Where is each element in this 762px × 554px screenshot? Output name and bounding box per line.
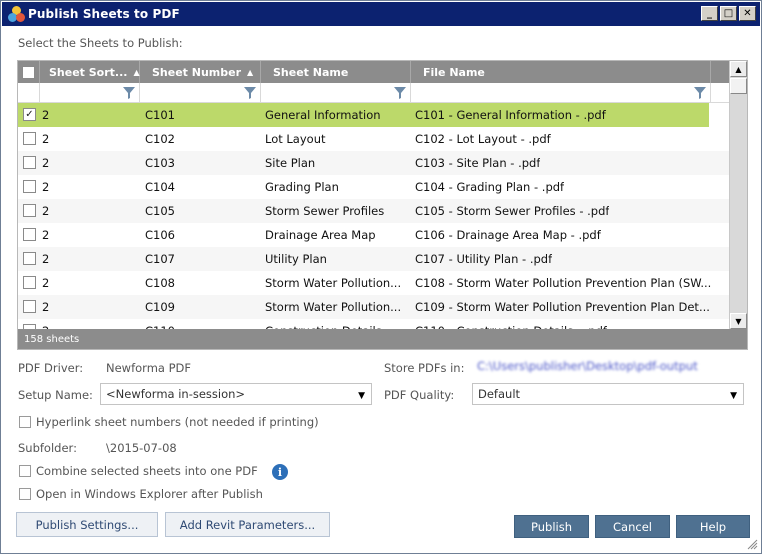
sheets-grid: Sheet Sort... ▲ Sheet Number ▲ Sheet Nam… bbox=[17, 60, 748, 350]
funnel-icon[interactable] bbox=[123, 87, 135, 99]
sort-ascending-icon: ▲ bbox=[133, 67, 140, 77]
add-revit-parameters-button[interactable]: Add Revit Parameters... bbox=[165, 512, 330, 537]
table-row[interactable]: 2 C104 Grading Plan C104 - Grading Plan … bbox=[18, 175, 730, 199]
help-button[interactable]: Help bbox=[676, 515, 750, 538]
pdf-quality-select[interactable]: Default ▼ bbox=[472, 383, 744, 405]
row-checkbox[interactable] bbox=[23, 276, 36, 289]
row-checkbox[interactable] bbox=[23, 132, 36, 145]
filter-sheet-sort[interactable] bbox=[40, 83, 140, 103]
table-row[interactable]: ✓ 2 C101 General Information C101 - Gene… bbox=[18, 103, 709, 127]
table-row[interactable]: 2 C103 Site Plan C103 - Site Plan - .pdf bbox=[18, 151, 730, 175]
select-sheets-label: Select the Sheets to Publish: bbox=[18, 36, 183, 50]
pdf-driver-label: PDF Driver: bbox=[18, 361, 84, 375]
subfolder-value: \2015-07-08 bbox=[106, 441, 177, 455]
app-icon bbox=[7, 5, 25, 23]
setup-name-select[interactable]: <Newforma in-session> ▼ bbox=[100, 383, 372, 405]
title-bar: Publish Sheets to PDF _ □ ✕ bbox=[2, 2, 760, 26]
table-row[interactable]: 2 C109 Storm Water Pollution... C109 - S… bbox=[18, 295, 730, 319]
combine-checkbox[interactable] bbox=[19, 465, 31, 477]
filter-sheet-number[interactable] bbox=[140, 83, 261, 103]
pdf-quality-label: PDF Quality: bbox=[384, 388, 455, 402]
maximize-button[interactable]: □ bbox=[720, 6, 737, 21]
scroll-down-button[interactable]: ▼ bbox=[730, 313, 747, 329]
column-header-file-name[interactable]: File Name bbox=[411, 61, 711, 83]
sort-ascending-icon: ▲ bbox=[247, 67, 254, 77]
row-checkbox[interactable] bbox=[23, 180, 36, 193]
scroll-thumb[interactable] bbox=[730, 78, 747, 94]
open-explorer-option[interactable]: Open in Windows Explorer after Publish bbox=[19, 487, 263, 501]
publish-settings-button[interactable]: Publish Settings... bbox=[16, 512, 158, 537]
grid-header: Sheet Sort... ▲ Sheet Number ▲ Sheet Nam… bbox=[18, 61, 730, 83]
scroll-up-button[interactable]: ▲ bbox=[730, 61, 747, 77]
chevron-down-icon: ▼ bbox=[358, 391, 365, 401]
table-row[interactable]: 2 C107 Utility Plan C107 - Utility Plan … bbox=[18, 247, 730, 271]
filter-file-name[interactable] bbox=[411, 83, 711, 103]
column-header-sheet-sort[interactable]: Sheet Sort... ▲ bbox=[40, 61, 140, 83]
column-header-sheet-number[interactable]: Sheet Number ▲ bbox=[140, 61, 261, 83]
hyperlink-option[interactable]: Hyperlink sheet numbers (not needed if p… bbox=[19, 415, 319, 429]
filter-sheet-name[interactable] bbox=[261, 83, 411, 103]
sheet-count-status: 158 sheets bbox=[18, 329, 747, 349]
setup-name-label: Setup Name: bbox=[18, 388, 93, 402]
row-checkbox[interactable] bbox=[23, 300, 36, 313]
select-all-checkbox[interactable] bbox=[22, 65, 35, 79]
resize-grip-icon[interactable] bbox=[747, 539, 758, 550]
window-title: Publish Sheets to PDF bbox=[28, 7, 180, 21]
funnel-icon[interactable] bbox=[394, 87, 406, 99]
table-row[interactable]: 2 C105 Storm Sewer Profiles C105 - Storm… bbox=[18, 199, 730, 223]
filter-row bbox=[18, 83, 730, 103]
store-pdfs-label: Store PDFs in: bbox=[384, 361, 465, 375]
row-checkbox[interactable] bbox=[23, 156, 36, 169]
info-icon[interactable]: i bbox=[272, 464, 288, 480]
header-select-all bbox=[18, 61, 40, 83]
table-row[interactable]: 2 C108 Storm Water Pollution... C108 - S… bbox=[18, 271, 730, 295]
combine-option[interactable]: Combine selected sheets into one PDF bbox=[19, 464, 258, 478]
row-checkbox[interactable] bbox=[23, 228, 36, 241]
close-button[interactable]: ✕ bbox=[739, 6, 756, 21]
hyperlink-checkbox[interactable] bbox=[19, 416, 31, 428]
row-checkbox[interactable] bbox=[23, 204, 36, 217]
subfolder-label: Subfolder: bbox=[18, 441, 77, 455]
store-pdfs-path-link[interactable]: C:\Users\publisher\Desktop\pdf-output bbox=[477, 359, 698, 373]
open-explorer-checkbox[interactable] bbox=[19, 488, 31, 500]
grid-vertical-scrollbar[interactable]: ▲ ▼ bbox=[729, 61, 747, 329]
cancel-button[interactable]: Cancel bbox=[595, 515, 670, 538]
publish-sheets-dialog: Publish Sheets to PDF _ □ ✕ Select the S… bbox=[0, 0, 762, 554]
publish-button[interactable]: Publish bbox=[514, 515, 589, 538]
minimize-button[interactable]: _ bbox=[701, 6, 718, 21]
row-checkbox[interactable]: ✓ bbox=[23, 108, 36, 121]
row-checkbox[interactable] bbox=[23, 252, 36, 265]
funnel-icon[interactable] bbox=[244, 87, 256, 99]
table-row[interactable]: 2 C102 Lot Layout C102 - Lot Layout - .p… bbox=[18, 127, 730, 151]
table-row[interactable]: 2 C106 Drainage Area Map C106 - Drainage… bbox=[18, 223, 730, 247]
funnel-icon[interactable] bbox=[694, 87, 706, 99]
pdf-driver-value: Newforma PDF bbox=[106, 361, 192, 375]
chevron-down-icon: ▼ bbox=[730, 391, 737, 401]
column-header-sheet-name[interactable]: Sheet Name bbox=[261, 61, 411, 83]
